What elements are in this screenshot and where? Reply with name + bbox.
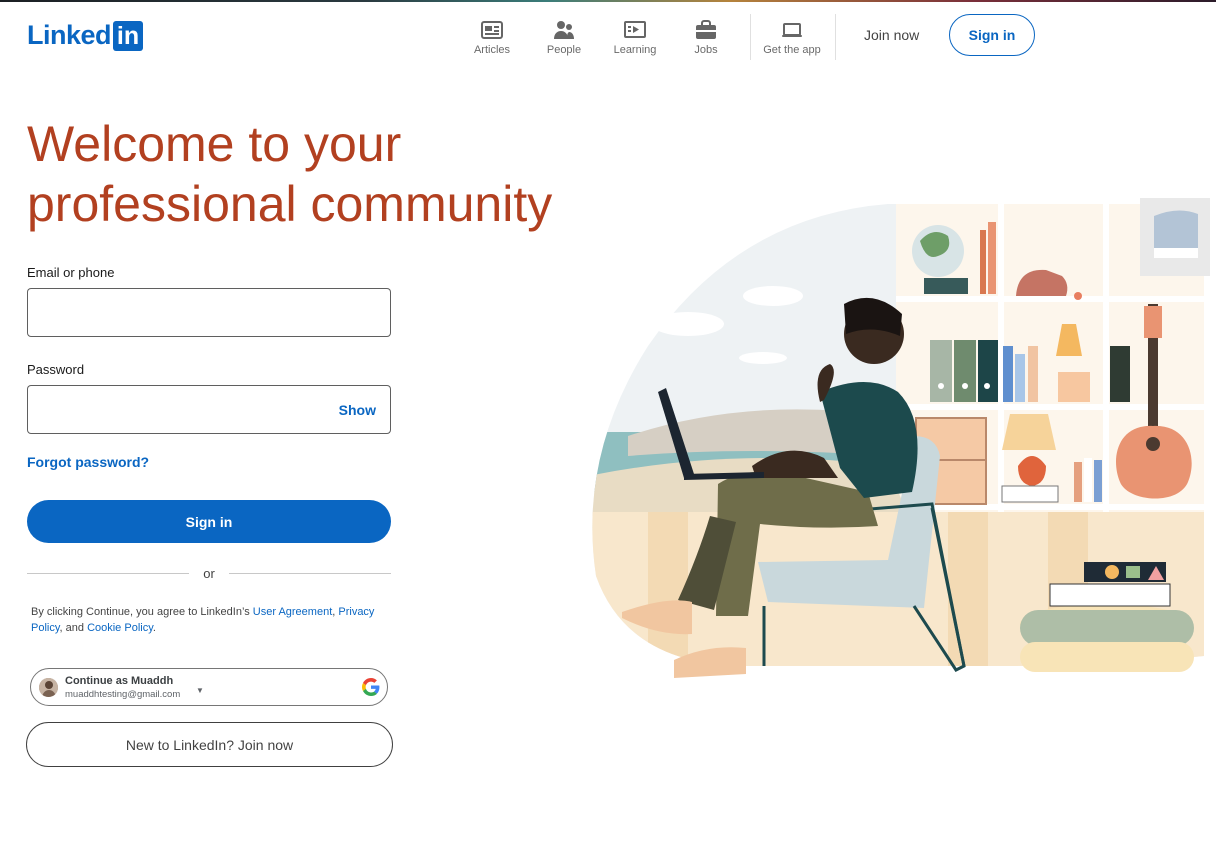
avatar: [39, 678, 58, 697]
google-icon: [362, 678, 380, 696]
join-linkedin-button[interactable]: New to LinkedIn? Join now: [26, 722, 393, 767]
divider-line: [228, 573, 391, 574]
linkedin-logo[interactable]: Linked in: [27, 20, 144, 51]
hero-illustration: [592, 198, 1210, 678]
google-account-name: Continue as Muaddh: [65, 675, 174, 687]
or-text: or: [203, 566, 215, 581]
divider-line: [27, 573, 190, 574]
header-sign-in-button[interactable]: Sign in: [949, 14, 1035, 56]
terms-text: By clicking Continue, you agree to Linke…: [31, 604, 393, 636]
people-icon: [554, 21, 574, 39]
password-label: Password: [27, 362, 85, 377]
laptop-icon: [782, 23, 802, 37]
or-divider: or: [27, 566, 391, 581]
password-field[interactable]: Show: [27, 385, 391, 434]
jobs-icon: [696, 20, 716, 39]
google-account-email: muaddhtesting@gmail.com: [65, 689, 181, 700]
nav-divider: [750, 14, 751, 60]
nav-label: Jobs: [694, 44, 718, 56]
nav-people[interactable]: People: [545, 14, 583, 62]
user-agreement-link[interactable]: User Agreement: [253, 606, 332, 618]
hero-line-1: Welcome to your: [27, 116, 402, 172]
nav-label: Learning: [613, 44, 657, 56]
articles-icon: [481, 21, 503, 39]
terms-period: .: [152, 622, 156, 634]
nav-divider: [835, 14, 836, 60]
logo-wordmark: Linked: [27, 20, 112, 50]
join-now-link[interactable]: Join now: [858, 24, 925, 46]
top-accent-line: [0, 0, 1216, 2]
logo-in-badge: in: [113, 20, 144, 51]
nav-jobs[interactable]: Jobs: [692, 14, 720, 62]
nav-label: Articles: [473, 44, 511, 56]
show-password-button[interactable]: Show: [339, 402, 376, 418]
email-field[interactable]: [27, 288, 391, 337]
sign-in-button[interactable]: Sign in: [27, 500, 391, 543]
forgot-password-link[interactable]: Forgot password?: [27, 454, 149, 470]
chevron-down-icon[interactable]: ▼: [196, 686, 204, 695]
learning-icon: [624, 21, 646, 38]
nav-learning[interactable]: Learning: [612, 14, 658, 62]
nav-label: Get the app: [763, 44, 821, 56]
nav-get-app[interactable]: Get the app: [760, 14, 824, 62]
nav-articles[interactable]: Articles: [472, 14, 512, 62]
hero-line-2: professional community: [27, 176, 553, 232]
google-continue-button[interactable]: Continue as Muaddh muaddhtesting@gmail.c…: [30, 668, 388, 706]
terms-prefix: By clicking Continue, you agree to Linke…: [31, 606, 253, 618]
cookie-policy-link[interactable]: Cookie Policy: [87, 622, 153, 634]
terms-and: , and: [59, 622, 88, 634]
nav-label: People: [546, 44, 582, 56]
email-label: Email or phone: [27, 265, 115, 280]
hero-headline: Welcome to your professional community: [27, 114, 587, 234]
